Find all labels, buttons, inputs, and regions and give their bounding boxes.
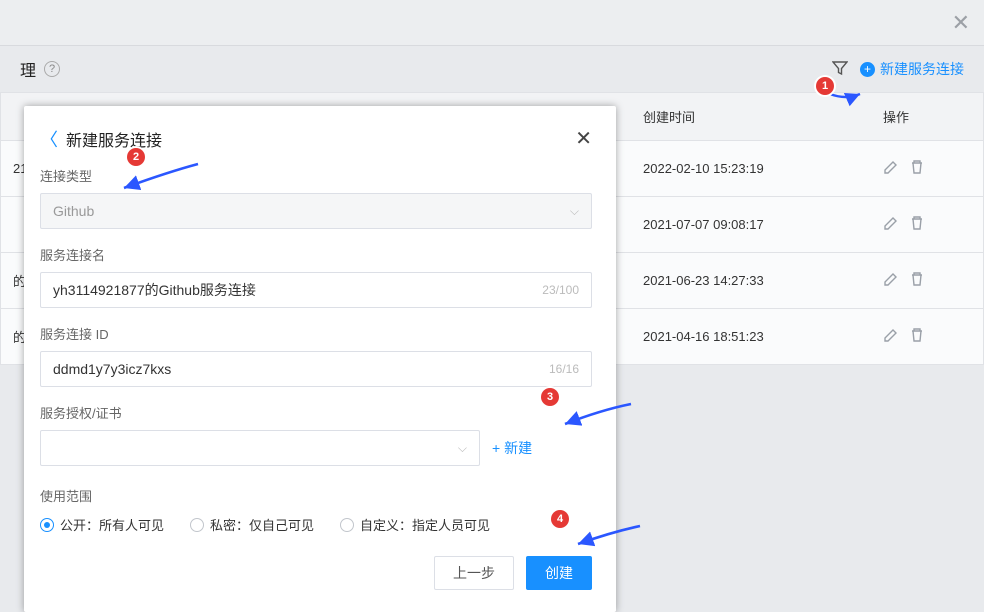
radio-icon <box>40 518 54 532</box>
annotation-dot-4: 4 <box>551 510 569 528</box>
name-input[interactable]: yh3114921877的Github服务连接 23/100 <box>40 272 592 308</box>
delete-icon[interactable] <box>909 327 925 346</box>
name-count: 23/100 <box>542 283 579 297</box>
annotation-dot-2: 2 <box>127 148 145 166</box>
scope-private-label: 私密：仅自己可见 <box>210 515 314 534</box>
scope-public[interactable]: 公开：所有人可见 <box>40 515 164 534</box>
close-icon[interactable]: ✕ <box>952 10 970 36</box>
id-value: ddmd1y7y3icz7kxs <box>53 361 171 377</box>
page-title: 理 <box>20 57 36 81</box>
delete-icon[interactable] <box>909 159 925 178</box>
help-icon[interactable]: ? <box>44 61 60 77</box>
cell-op <box>871 141 981 196</box>
annotation-dot-1: 1 <box>816 77 834 95</box>
type-value: Github <box>53 203 94 219</box>
cell-date: 2021-07-07 09:08:17 <box>631 197 871 252</box>
delete-icon[interactable] <box>909 215 925 234</box>
cell-date: 2021-04-16 18:51:23 <box>631 309 871 364</box>
id-count: 16/16 <box>549 362 579 376</box>
label-name: 服务连接名 <box>40 245 592 264</box>
type-select: Github ⌵ <box>40 193 592 229</box>
radio-icon <box>190 518 204 532</box>
annotation-arrow-4 <box>574 522 639 552</box>
name-value: yh3114921877的Github服务连接 <box>53 280 256 300</box>
filter-icon[interactable] <box>832 60 848 79</box>
edit-icon[interactable] <box>883 159 899 178</box>
annotation-dot-3: 3 <box>541 388 559 406</box>
title-bar: 理 ? + 新建服务连接 <box>0 46 984 92</box>
annotation-arrow-1 <box>828 90 858 108</box>
modal-title: 新建服务连接 <box>66 127 162 151</box>
plus-icon: + <box>860 62 875 77</box>
id-input[interactable]: ddmd1y7y3icz7kxs 16/16 <box>40 351 592 387</box>
cell-op <box>871 309 981 364</box>
annotation-arrow-3 <box>561 400 631 430</box>
top-header: ✕ <box>0 0 984 46</box>
scope-public-label: 公开：所有人可见 <box>60 515 164 534</box>
label-id: 服务连接 ID <box>40 324 592 343</box>
scope-custom-label: 自定义：指定人员可见 <box>360 515 490 534</box>
modal-close-icon[interactable]: ✕ <box>575 129 592 149</box>
col-op: 操作 <box>871 93 981 140</box>
cell-op <box>871 197 981 252</box>
new-connection-link[interactable]: + 新建服务连接 <box>860 59 964 79</box>
delete-icon[interactable] <box>909 271 925 290</box>
chevron-down-icon: ⌵ <box>570 204 579 219</box>
label-auth: 服务授权/证书 <box>40 403 592 422</box>
new-connection-modal: 〈 新建服务连接 ✕ 连接类型 Github ⌵ 服务连接名 yh3114921… <box>24 106 616 612</box>
back-icon[interactable]: 〈 <box>40 126 58 152</box>
cell-date: 2022-02-10 15:23:19 <box>631 141 871 196</box>
scope-radios: 公开：所有人可见 私密：仅自己可见 自定义：指定人员可见 <box>40 515 592 534</box>
edit-icon[interactable] <box>883 215 899 234</box>
label-scope: 使用范围 <box>40 486 592 505</box>
prev-button[interactable]: 上一步 <box>434 556 514 590</box>
cell-op <box>871 253 981 308</box>
auth-select[interactable]: ⌵ <box>40 430 480 466</box>
scope-private[interactable]: 私密：仅自己可见 <box>190 515 314 534</box>
scope-custom[interactable]: 自定义：指定人员可见 <box>340 515 490 534</box>
create-button[interactable]: 创建 <box>526 556 592 590</box>
new-auth-link[interactable]: + 新建 <box>492 438 532 458</box>
cell-date: 2021-06-23 14:27:33 <box>631 253 871 308</box>
new-connection-label: 新建服务连接 <box>880 59 964 79</box>
edit-icon[interactable] <box>883 271 899 290</box>
radio-icon <box>340 518 354 532</box>
chevron-down-icon: ⌵ <box>458 441 467 456</box>
edit-icon[interactable] <box>883 327 899 346</box>
